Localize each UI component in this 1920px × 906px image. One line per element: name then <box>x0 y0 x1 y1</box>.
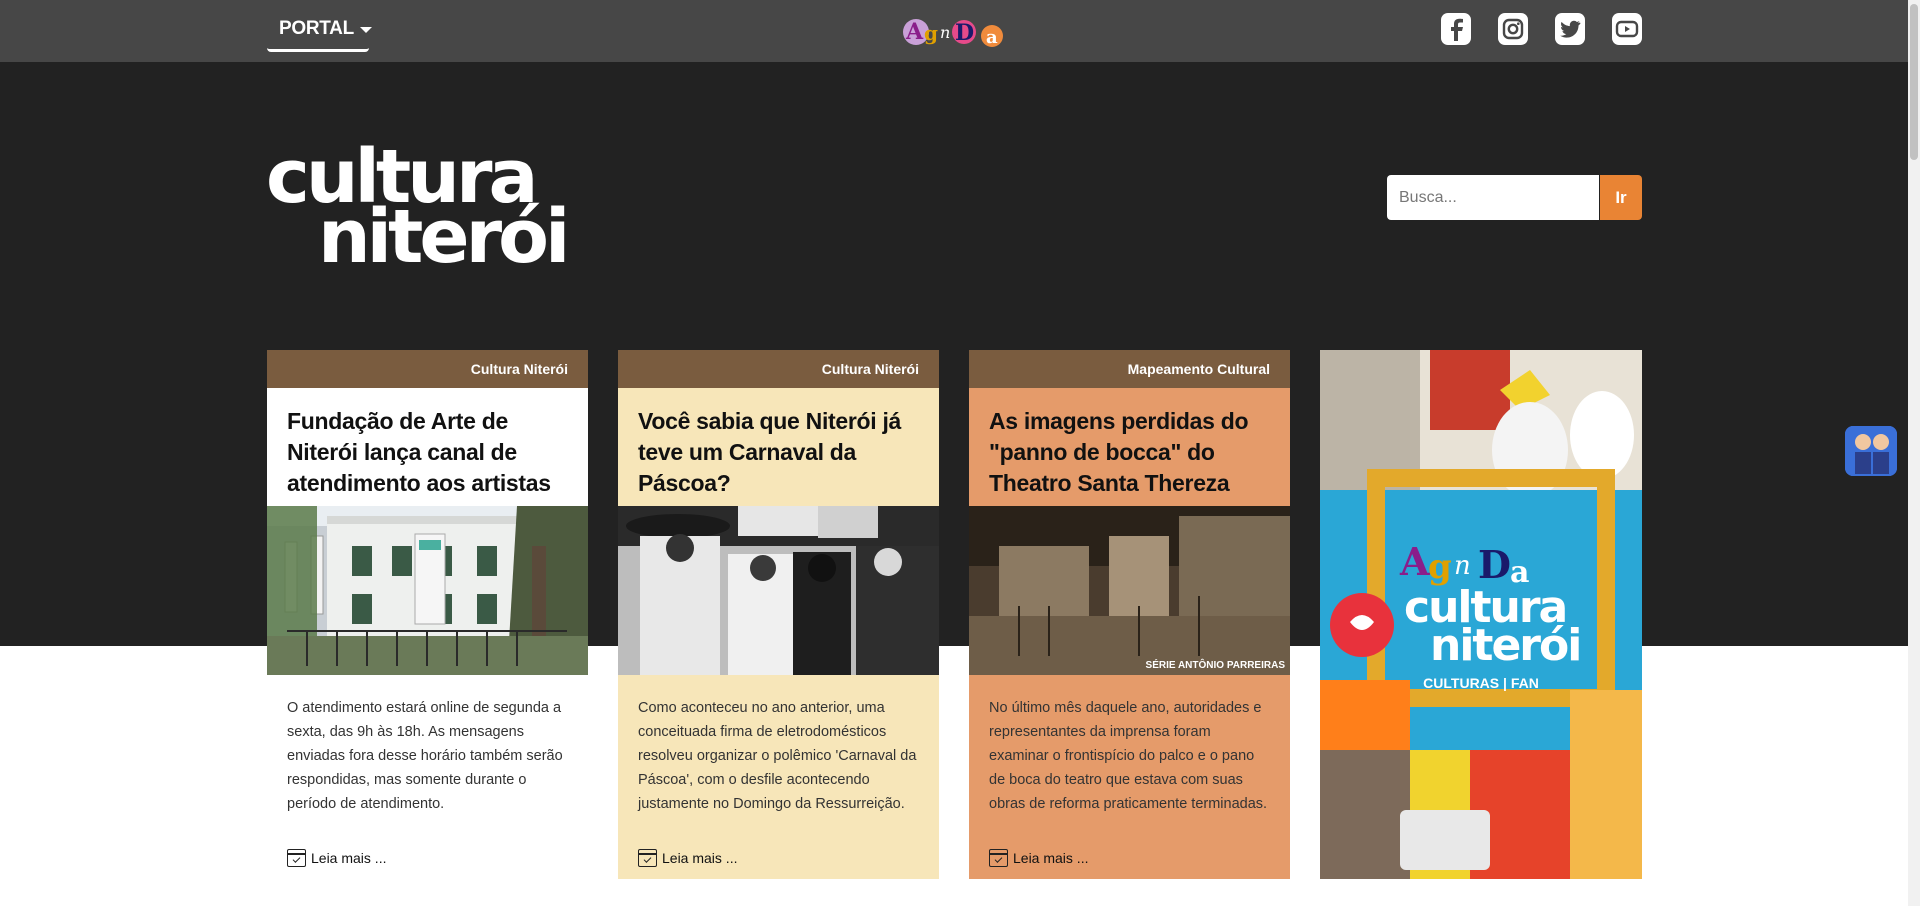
card-photo-carnaval[interactable] <box>618 506 939 675</box>
calendar-check-icon <box>638 849 657 867</box>
agenda-logo-letter: A <box>905 19 924 45</box>
promo-subtitle: CULTURAS | FAN <box>1423 675 1539 691</box>
promo-agenda-letter: A <box>1399 539 1430 584</box>
search-button[interactable]: Ir <box>1600 175 1642 220</box>
logo-text-niteroi: niterói <box>318 194 566 270</box>
promo-text-niteroi: niterói <box>1430 620 1580 671</box>
scrollbar-thumb[interactable] <box>1910 4 1918 160</box>
card-category[interactable]: Cultura Niterói <box>267 350 588 388</box>
youtube-icon[interactable] <box>1612 13 1642 45</box>
calendar-check-icon <box>989 849 1008 867</box>
social-links <box>1441 13 1642 45</box>
page-scrollbar[interactable] <box>1908 0 1920 906</box>
read-more-label[interactable]: Leia mais ... <box>311 850 386 866</box>
cultura-niteroi-logo-graphic: cultura niterói <box>266 134 570 280</box>
card-photo-theatro[interactable]: SÉRIE ANTÔNIO PARREIRAS <box>969 506 1290 675</box>
card-category[interactable]: Cultura Niterói <box>618 350 939 388</box>
read-more-label[interactable]: Leia mais ... <box>662 850 737 866</box>
agenda-logo-letter: a <box>986 27 998 48</box>
news-card[interactable]: Cultura Niterói Você sabia que Niterói j… <box>618 350 939 879</box>
read-more-link[interactable]: Leia mais ... <box>638 849 737 867</box>
card-excerpt: No último mês daquele ano, autoridades e… <box>989 700 1268 812</box>
card-excerpt: Como aconteceu no ano anterior, uma conc… <box>638 700 917 812</box>
read-more-label[interactable]: Leia mais ... <box>1013 850 1088 866</box>
promo-agenda-letter: g <box>1428 547 1452 587</box>
read-more-link[interactable]: Leia mais ... <box>287 849 386 867</box>
agenda-logo[interactable]: A g n D a <box>902 14 1008 50</box>
top-navbar: PORTAL A g n D a <box>0 0 1920 62</box>
search-input[interactable] <box>1387 175 1599 220</box>
promo-agenda-letter: n <box>1454 551 1471 581</box>
news-card[interactable]: Mapeamento Cultural As imagens perdidas … <box>969 350 1290 879</box>
agenda-logo-letter: g <box>924 21 938 45</box>
twitter-icon[interactable] <box>1555 13 1585 45</box>
portal-label: PORTAL <box>279 17 354 39</box>
agenda-promo-banner[interactable]: A g n D a cultura niterói CULTURAS | FAN <box>1320 350 1642 879</box>
chevron-down-icon <box>359 26 372 33</box>
cultura-niteroi-logo[interactable]: cultura niterói <box>266 134 586 280</box>
accessibility-avatar-button[interactable] <box>1845 426 1897 476</box>
agenda-logo-graphic: A g n D a <box>903 19 1003 48</box>
promo-agenda-letter: D <box>1478 542 1511 587</box>
card-title[interactable]: Você sabia que Niterói já teve um Carnav… <box>638 406 921 499</box>
facebook-icon[interactable] <box>1441 13 1471 45</box>
portal-menu-button[interactable]: PORTAL <box>267 8 372 52</box>
agenda-logo-letter: D <box>955 20 974 46</box>
card-photo-fan-building[interactable] <box>267 506 588 675</box>
photo-caption: SÉRIE ANTÔNIO PARREIRAS <box>1146 658 1286 671</box>
news-card[interactable]: Cultura Niterói Fundação de Arte de Nite… <box>267 350 588 879</box>
card-category[interactable]: Mapeamento Cultural <box>969 350 1290 388</box>
agenda-logo-letter: n <box>940 23 950 42</box>
read-more-link[interactable]: Leia mais ... <box>989 849 1088 867</box>
card-title[interactable]: As imagens perdidas do "panno de bocca" … <box>989 406 1272 499</box>
card-title[interactable]: Fundação de Arte de Niterói lança canal … <box>287 406 570 499</box>
instagram-icon[interactable] <box>1498 13 1528 45</box>
card-excerpt: O atendimento estará online de segunda a… <box>287 700 563 812</box>
calendar-check-icon <box>287 849 306 867</box>
